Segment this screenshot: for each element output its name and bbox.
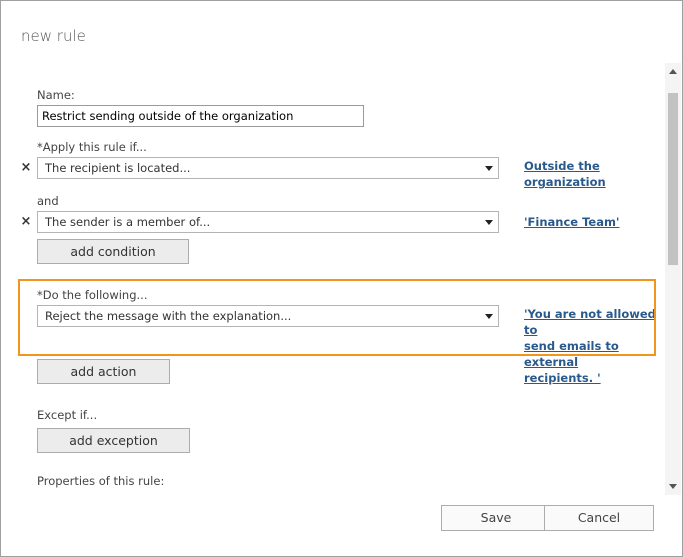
and-label: and [37,194,59,208]
save-button[interactable]: Save [441,505,551,531]
condition-1-link-line-2: organization [524,175,606,189]
add-condition-button[interactable]: add condition [37,239,189,264]
add-action-button[interactable]: add action [37,359,170,384]
add-exception-button[interactable]: add exception [37,428,190,453]
condition-1-select[interactable]: The recipient is located... [37,157,499,179]
condition-1-select-value: The recipient is located... [45,161,191,175]
condition-1-link-line-1: Outside the [524,159,600,173]
chevron-down-icon [485,220,493,225]
action-link-line-3: recipients. ' [524,371,601,385]
condition-1-value-link[interactable]: Outside the organization [524,158,606,190]
scrollbar-thumb[interactable] [668,93,678,265]
chevron-down-icon [485,166,493,171]
name-label: Name: [37,88,75,102]
remove-condition-1-close-icon[interactable]: × [20,161,32,174]
condition-2-select[interactable]: The sender is a member of... [37,211,499,233]
name-input[interactable]: Restrict sending outside of the organiza… [37,105,364,127]
cancel-button[interactable]: Cancel [544,505,654,531]
properties-label: Properties of this rule: [37,474,165,488]
condition-2-select-value: The sender is a member of... [45,215,211,229]
new-rule-dialog: new rule Name: Restrict sending outside … [0,0,683,557]
form-scrollbar[interactable] [665,63,681,495]
remove-condition-2-close-icon[interactable]: × [20,215,32,228]
condition-2-value-link[interactable]: 'Finance Team' [524,214,619,230]
apply-rule-label: *Apply this rule if... [37,140,147,154]
action-section-highlight [18,279,656,356]
dialog-title: new rule [21,27,86,45]
except-if-label: Except if... [37,408,98,422]
scroll-up-arrow-icon[interactable] [669,69,677,74]
scroll-down-arrow-icon[interactable] [669,484,677,489]
